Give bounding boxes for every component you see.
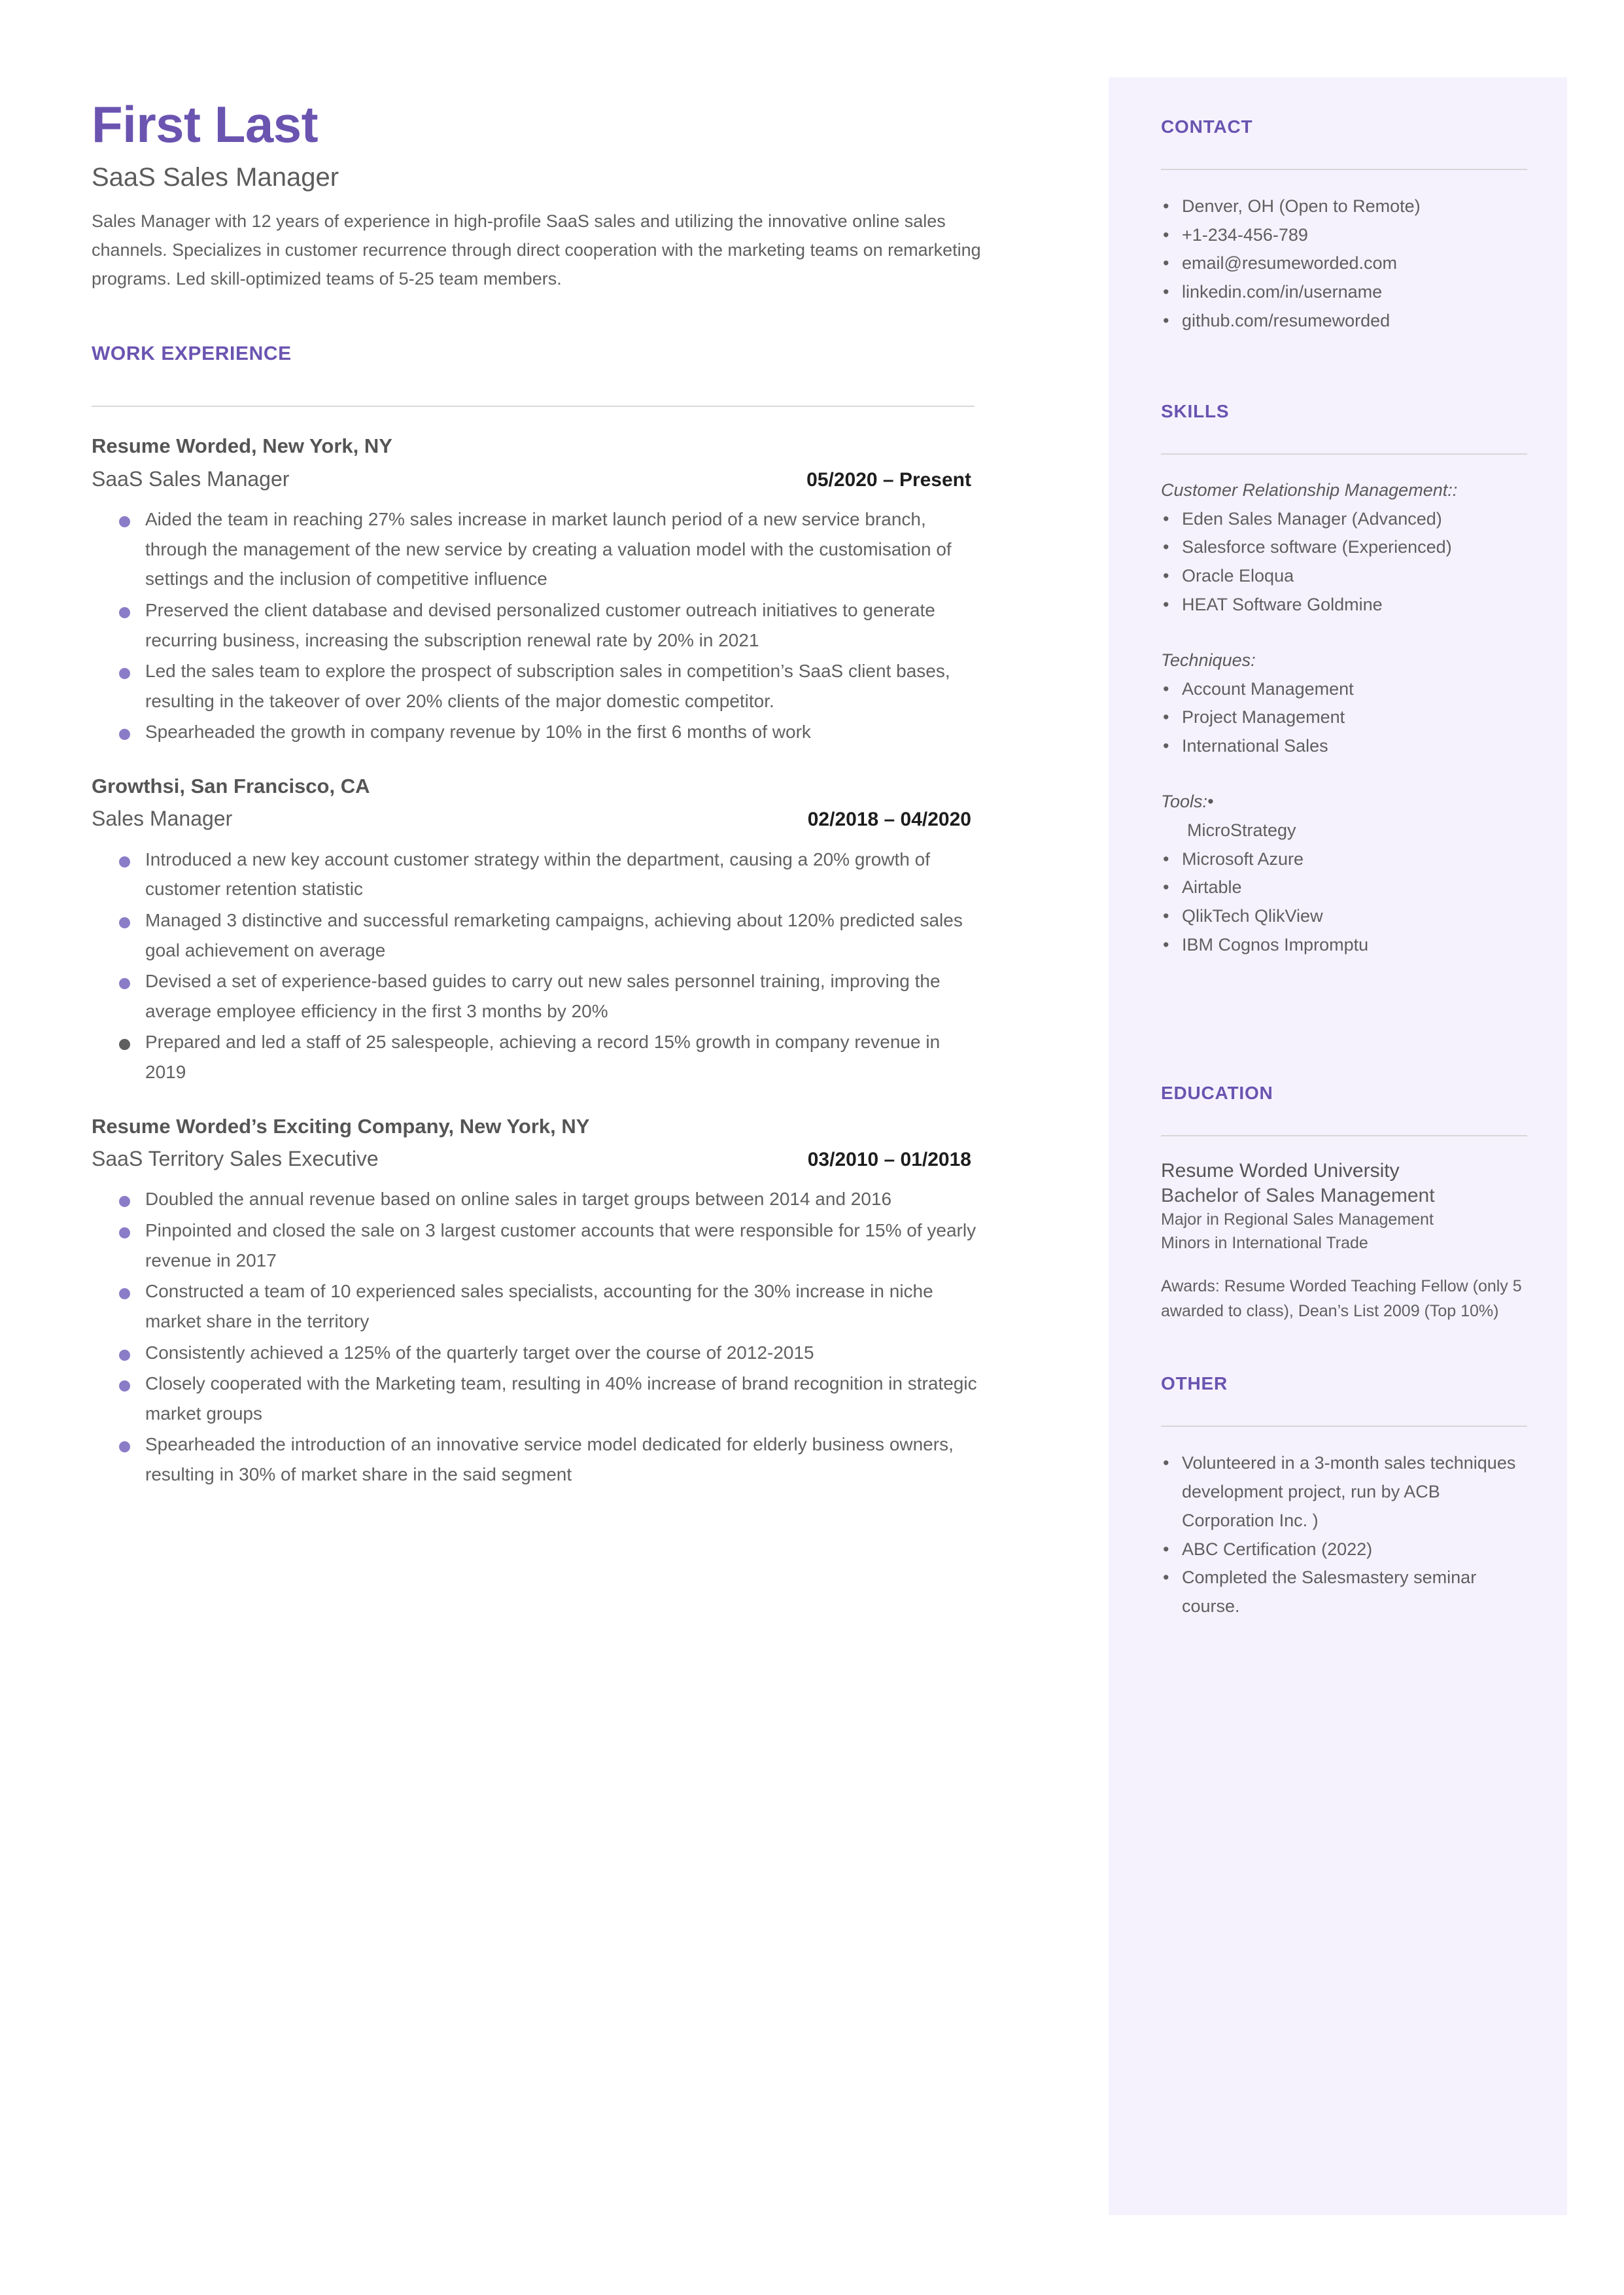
skill-group-crm: Customer Relationship Management:: Eden …: [1161, 477, 1527, 620]
list-item[interactable]: github.com/resumeworded: [1161, 307, 1527, 336]
page-title: First Last: [92, 96, 319, 153]
list-item: Oracle Eloqua: [1161, 562, 1527, 591]
other-divider: [1161, 1426, 1527, 1428]
skills-divider: [1161, 453, 1527, 455]
sidebar-panel: CONTACT Denver, OH (Open to Remote) +1-2…: [1109, 77, 1567, 2215]
education-section: EDUCATION Resume Worded University Bache…: [1161, 1083, 1527, 1324]
job-company: Resume Worded’s Exciting Company, New Yo…: [92, 1114, 590, 1138]
job-entry: Resume Worded, New York, NY SaaS Sales M…: [92, 433, 978, 747]
list-item: Introduced a new key account customer st…: [92, 845, 978, 904]
list-item: Eden Sales Manager (Advanced): [1161, 505, 1527, 534]
skills-heading: SKILLS: [1161, 400, 1230, 421]
work-experience-divider: [92, 406, 975, 408]
job-dates: 05/2020 – Present: [806, 468, 971, 491]
list-item: Closely cooperated with the Marketing te…: [92, 1369, 978, 1428]
list-item: Prepared and led a staff of 25 salespeop…: [92, 1027, 978, 1087]
job-company: Growthsi, San Francisco, CA: [92, 775, 370, 797]
header-subtitle: SaaS Sales Manager: [92, 163, 339, 192]
contact-divider: [1161, 169, 1527, 170]
skill-list: Eden Sales Manager (Advanced) Salesforce…: [1161, 505, 1527, 620]
list-item[interactable]: email@resumeworded.com: [1161, 249, 1527, 278]
job-bullets: Introduced a new key account customer st…: [92, 845, 978, 1087]
list-item: QlikTech QlikView: [1161, 902, 1527, 931]
skill-list: Account Management Project Management In…: [1161, 675, 1527, 761]
list-item: +1-234-456-789: [1161, 221, 1527, 250]
education-school: Resume Worded University: [1161, 1159, 1400, 1182]
contact-heading: CONTACT: [1161, 116, 1253, 137]
list-item: Microsoft Azure: [1161, 845, 1527, 874]
other-section: OTHER Volunteered in a 3-month sales tec…: [1161, 1373, 1527, 1621]
skill-group-label: Customer Relationship Management::: [1161, 480, 1458, 500]
list-item: Volunteered in a 3-month sales technique…: [1161, 1449, 1527, 1535]
job-bullets: Aided the team in reaching 27% sales inc…: [92, 504, 978, 747]
job-role: SaaS Sales Manager: [92, 466, 290, 491]
job-dates: 03/2010 – 01/2018: [807, 1148, 971, 1170]
job-company: Resume Worded, New York, NY: [92, 434, 392, 458]
summary-paragraph: Sales Manager with 12 years of experienc…: [92, 211, 981, 289]
education-heading: EDUCATION: [1161, 1082, 1273, 1103]
job-entry: Growthsi, San Francisco, CA Sales Manage…: [92, 773, 978, 1087]
work-experience-heading: WORK EXPERIENCE: [92, 343, 292, 365]
contact-section: CONTACT Denver, OH (Open to Remote) +1-2…: [1161, 116, 1527, 336]
education-awards: Awards: Resume Worded Teaching Fellow (o…: [1161, 1277, 1522, 1320]
skill-list: MicroStrategy Microsoft Azure Airtable Q…: [1161, 816, 1527, 960]
list-item[interactable]: linkedin.com/in/username: [1161, 278, 1527, 307]
job-dates: 02/2018 – 04/2020: [807, 809, 971, 831]
education-minor: Minors in International Trade: [1161, 1233, 1368, 1252]
list-item: IBM Cognos Impromptu: [1161, 931, 1527, 960]
skill-group-label: Tools:•: [1161, 791, 1214, 811]
list-item: Led the sales team to explore the prospe…: [92, 656, 978, 716]
list-item: Doubled the annual revenue based on onli…: [92, 1184, 978, 1214]
list-item: Preserved the client database and devise…: [92, 595, 978, 655]
job-bullets: Doubled the annual revenue based on onli…: [92, 1184, 978, 1489]
skill-group-label: Techniques:: [1161, 650, 1256, 670]
work-experience-section: WORK EXPERIENCE: [92, 343, 978, 408]
list-item: International Sales: [1161, 732, 1527, 761]
list-item: Completed the Salesmastery seminar cours…: [1161, 1564, 1527, 1621]
skills-section: SKILLS Customer Relationship Management:…: [1161, 401, 1527, 960]
list-item: Constructed a team of 10 experienced sal…: [92, 1276, 978, 1336]
education-major: Major in Regional Sales Management: [1161, 1210, 1434, 1229]
resume-page: CONTACT Denver, OH (Open to Remote) +1-2…: [0, 0, 1624, 2295]
list-item: Spearheaded the growth in company revenu…: [92, 717, 978, 747]
job-role-row: SaaS Sales Manager 05/2020 – Present: [92, 466, 971, 491]
list-item: Project Management: [1161, 703, 1527, 732]
list-item: Denver, OH (Open to Remote): [1161, 192, 1527, 221]
list-item: Aided the team in reaching 27% sales inc…: [92, 504, 978, 594]
sidebar-content: CONTACT Denver, OH (Open to Remote) +1-2…: [1161, 116, 1527, 1621]
list-item: Salesforce software (Experienced): [1161, 533, 1527, 562]
list-item: Pinpointed and closed the sale on 3 larg…: [92, 1216, 978, 1275]
education-divider: [1161, 1134, 1527, 1136]
skill-group-tools: Tools:• MicroStrategy Microsoft Azure Ai…: [1161, 788, 1527, 960]
list-item: Spearheaded the introduction of an innov…: [92, 1429, 978, 1489]
job-role: SaaS Territory Sales Executive: [92, 1146, 379, 1170]
list-item: HEAT Software Goldmine: [1161, 591, 1527, 620]
list-item: MicroStrategy: [1187, 820, 1296, 840]
job-entry: Resume Worded’s Exciting Company, New Yo…: [92, 1113, 978, 1490]
list-item: Account Management: [1161, 675, 1527, 704]
list-item: Devised a set of experience-based guides…: [92, 966, 978, 1026]
other-list: Volunteered in a 3-month sales technique…: [1161, 1449, 1527, 1621]
job-role: Sales Manager: [92, 807, 233, 831]
main-column: First Last SaaS Sales Manager Sales Mana…: [92, 96, 981, 1491]
list-item: Managed 3 distinctive and successful rem…: [92, 905, 978, 965]
job-role-row: SaaS Territory Sales Executive 03/2010 –…: [92, 1146, 971, 1171]
list-item: ABC Certification (2022): [1161, 1535, 1527, 1564]
skill-group-techniques: Techniques: Account Management Project M…: [1161, 647, 1527, 761]
list-item: Consistently achieved a 125% of the quar…: [92, 1338, 978, 1368]
job-role-row: Sales Manager 02/2018 – 04/2020: [92, 806, 971, 831]
education-degree: Bachelor of Sales Management: [1161, 1184, 1435, 1206]
other-heading: OTHER: [1161, 1373, 1228, 1394]
list-item: Airtable: [1161, 873, 1527, 902]
contact-list: Denver, OH (Open to Remote) +1-234-456-7…: [1161, 192, 1527, 336]
